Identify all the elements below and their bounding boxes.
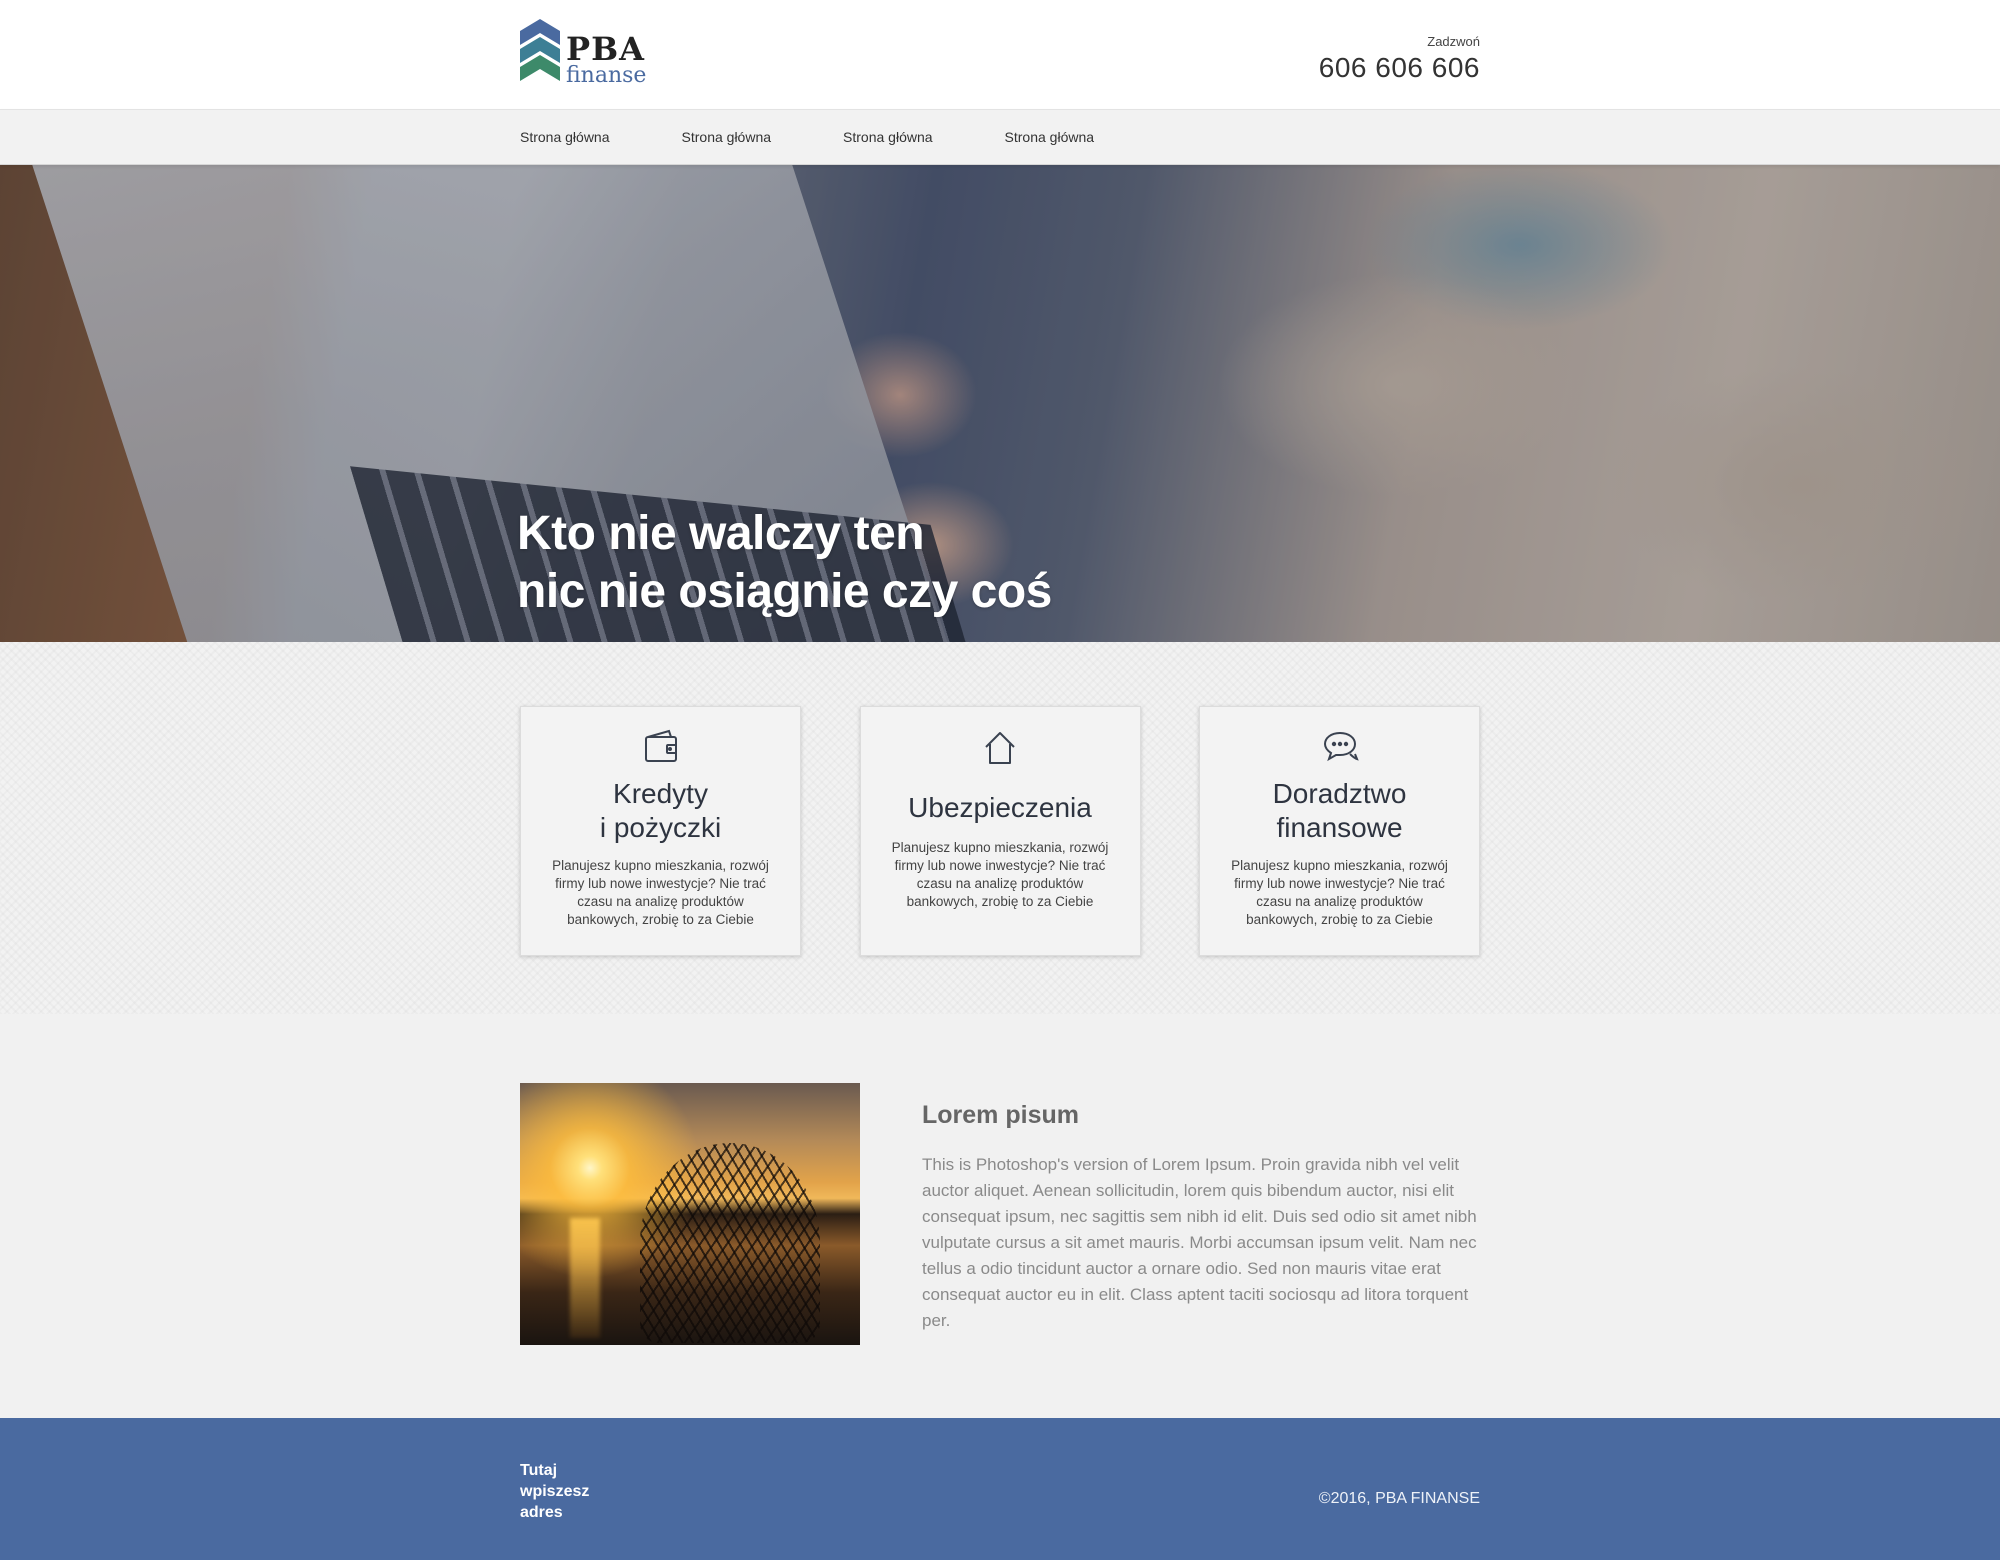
- card-text: Planujesz kupno mieszkania, rozwój firmy…: [1231, 858, 1448, 927]
- about-paragraph: This is Photoshop's version of Lorem Ips…: [922, 1155, 1477, 1330]
- nav-item-home-4[interactable]: Strona główna: [1005, 110, 1095, 164]
- service-card-advisory[interactable]: Doradztwo finansowe Planujesz kupno mies…: [1199, 706, 1480, 956]
- service-card-insurance[interactable]: Ubezpieczenia Planujesz kupno mieszkania…: [859, 706, 1141, 956]
- logo[interactable]: PBA finanse: [520, 19, 646, 87]
- card-title-line1: Doradztwo: [1272, 778, 1407, 809]
- nav-item-home-2[interactable]: Strona główna: [682, 110, 772, 164]
- footer-copyright: ©2016, PBA FINANSE: [1318, 1490, 1480, 1507]
- nav-item-home-3[interactable]: Strona główna: [843, 110, 933, 164]
- logo-subname: finanse: [566, 63, 647, 88]
- phone-number[interactable]: 606 606 606: [1319, 52, 1480, 84]
- card-text: Planujesz kupno mieszkania, rozwój firmy…: [552, 858, 769, 927]
- sun-reflection: [570, 1218, 600, 1338]
- hero-title-line2: nic nie osiągnie czy coś: [517, 565, 1052, 618]
- sunset-photo: [520, 1083, 860, 1345]
- footer-address: Tutaj wpiszesz adres: [520, 1462, 590, 1521]
- card-text: Planujesz kupno mieszkania, rozwój firmy…: [891, 840, 1109, 909]
- nav-item-home-1[interactable]: Strona główna: [520, 110, 610, 164]
- house-icon: [985, 732, 1015, 764]
- logo-name: PBA: [566, 30, 645, 68]
- card-title: Doradztwo finansowe: [1200, 777, 1479, 845]
- about-text-block: Lorem pisum This is Photoshop's version …: [922, 1083, 1482, 1345]
- service-card-loans[interactable]: Kredyty i pożyczki Planujesz kupno miesz…: [520, 706, 801, 956]
- card-title-line1: Kredyty: [613, 778, 708, 809]
- about-section: Lorem pisum This is Photoshop's version …: [0, 1014, 2000, 1418]
- call-label: Zadzwoń: [1427, 34, 1480, 49]
- call-box: Zadzwoń 606 606 606: [1319, 34, 1480, 84]
- wallet-icon: [644, 729, 677, 762]
- chat-icon: [1323, 731, 1359, 762]
- hero-title-line1: Kto nie walczy ten: [517, 507, 925, 560]
- card-title-line2: i pożyczki: [599, 812, 722, 843]
- card-title-line2: finansowe: [1276, 812, 1403, 843]
- main-nav: Strona główna Strona główna Strona główn…: [0, 109, 2000, 165]
- tree-silhouette: [640, 1143, 820, 1343]
- about-title: Lorem pisum: [922, 1101, 1079, 1129]
- card-title: Ubezpieczenia: [908, 792, 1092, 823]
- hero-title: Kto nie walczy ten nic nie osiągnie czy …: [517, 505, 1052, 621]
- card-title: Kredyty i pożyczki: [521, 777, 800, 845]
- services-section: Kredyty i pożyczki Planujesz kupno miesz…: [0, 642, 2000, 1014]
- logo-chevron-icon: [520, 19, 560, 81]
- site-header: PBA finanse Zadzwoń 606 606 606: [0, 0, 2000, 109]
- site-footer: Tutaj wpiszesz adres ©2016, PBA FINANSE: [0, 1418, 2000, 1560]
- hero-banner: Kto nie walczy ten nic nie osiągnie czy …: [0, 165, 2000, 642]
